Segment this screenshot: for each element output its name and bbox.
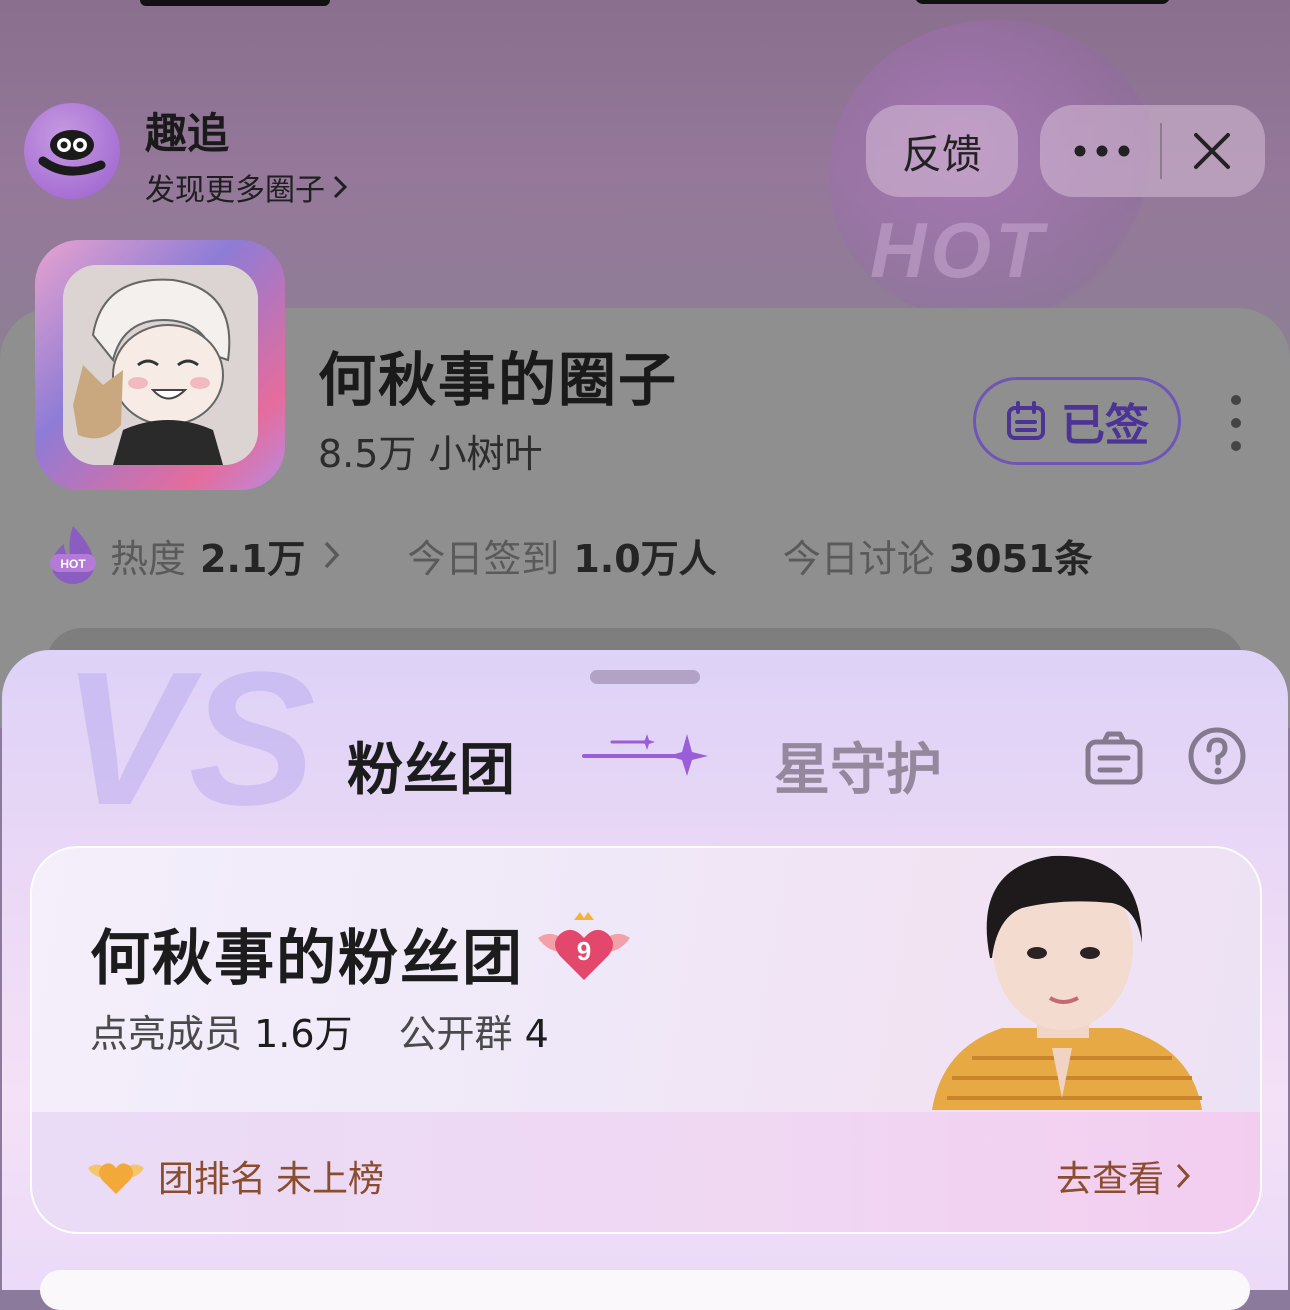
discussion-label: 今日讨论: [782, 536, 935, 581]
svg-text:HOT: HOT: [60, 557, 86, 571]
idol-photo: [932, 855, 1202, 1110]
tab-fan-club[interactable]: 粉丝团: [347, 725, 515, 806]
heat-value: 2.1万: [200, 536, 306, 581]
circle-avatar[interactable]: [35, 240, 285, 490]
chevron-right-icon: [1176, 1163, 1191, 1189]
rank-label: 团排名: [158, 1159, 267, 1200]
winged-heart-icon: [88, 1163, 144, 1194]
view-rank-link[interactable]: 去查看: [1056, 1150, 1192, 1202]
mini-program-capsule: [1040, 105, 1265, 197]
fan-club-title: 何秋事的粉丝团: [90, 924, 524, 994]
circle-stats: HOT 热度 2.1万 今日签到 1.0万人 今日讨论 3051条: [46, 520, 1092, 590]
discussion-value: 3051条: [948, 536, 1093, 581]
fan-club-footer: 团排名 未上榜 去查看: [32, 1112, 1260, 1232]
lit-members-value: 1.6万: [254, 1012, 353, 1056]
fan-level-badge-icon: 9: [538, 912, 630, 980]
help-icon[interactable]: [1187, 726, 1247, 786]
member-unit-label: 小树叶: [428, 432, 543, 476]
checkin-label: 今日签到: [407, 536, 560, 581]
lit-members-label: 点亮成员: [90, 1012, 243, 1056]
calendar-icon: [1007, 401, 1045, 440]
hot-flame-icon: HOT: [50, 526, 96, 584]
rank-value: 未上榜: [276, 1159, 385, 1200]
tab-star-guard[interactable]: 星守护: [774, 725, 942, 806]
status-time: [140, 0, 330, 6]
public-group-label: 公开群: [398, 1012, 513, 1056]
lit-members-stat: 点亮成员 1.6万: [90, 1003, 353, 1058]
discover-more-link[interactable]: 发现更多圈子: [145, 165, 349, 209]
chevron-right-icon: [333, 175, 348, 199]
close-icon[interactable]: [1190, 129, 1234, 173]
public-group-value: 4: [524, 1012, 549, 1056]
view-rank-label: 去查看: [1056, 1159, 1165, 1200]
cartoon-avatar-icon: [62, 265, 258, 465]
signed-in-button[interactable]: 已签: [973, 377, 1181, 465]
fan-club-sheet: VS 粉丝团 星守护 何秋事的粉丝团 9 点亮成员 1.6万 公开群 4 团排名…: [2, 650, 1288, 1290]
app-logo-icon[interactable]: [24, 103, 120, 199]
status-icons: [915, 0, 1170, 4]
status-bar: [0, 0, 1290, 10]
next-card-peek: [40, 1270, 1250, 1310]
hot-decoration-text: HOT: [870, 206, 1047, 294]
vs-decoration: VS: [62, 650, 316, 845]
public-group-stat[interactable]: 公开群 4: [399, 1003, 549, 1058]
feedback-button[interactable]: 反馈: [866, 105, 1018, 197]
fan-club-card[interactable]: 何秋事的粉丝团 9 点亮成员 1.6万 公开群 4 团排名 未上榜 去查看: [30, 846, 1262, 1234]
eyes-logo-icon: [38, 130, 106, 176]
discover-more-label: 发现更多圈子: [145, 173, 325, 208]
sparkle-divider-icon: [582, 734, 708, 776]
clipboard-icon[interactable]: [1084, 730, 1144, 786]
chevron-right-icon[interactable]: [321, 539, 343, 571]
fan-club-meta: 点亮成员 1.6万 公开群 4: [90, 1003, 549, 1058]
more-options-icon[interactable]: [1226, 395, 1246, 451]
signed-label: 已签: [1061, 400, 1149, 451]
avatar-image: [62, 265, 258, 465]
more-dots-icon[interactable]: [1072, 143, 1132, 159]
sheet-grabber[interactable]: [590, 670, 700, 684]
capsule-divider: [1159, 123, 1162, 179]
circle-member-count: 8.5万 小树叶: [318, 423, 543, 478]
fan-level-value: 9: [577, 936, 591, 966]
member-count-value: 8.5万: [318, 432, 417, 476]
heat-label: 热度: [110, 536, 187, 581]
circle-title: 何秋事的圈子: [318, 346, 679, 414]
checkin-value: 1.0万人: [573, 536, 717, 581]
app-name: 趣追: [145, 109, 230, 158]
fan-rank: 团排名 未上榜: [84, 1150, 384, 1202]
